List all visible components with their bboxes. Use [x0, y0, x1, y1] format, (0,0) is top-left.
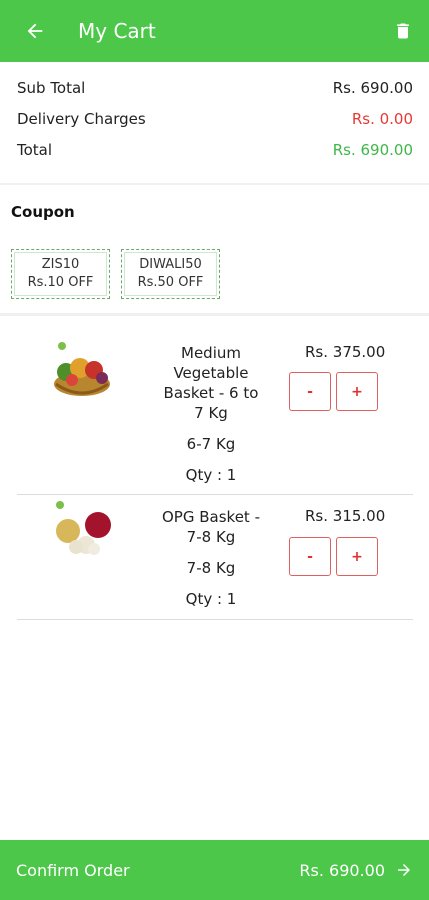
coupon-offer: Rs.10 OFF	[27, 275, 94, 290]
qty-stepper: - +	[289, 372, 378, 411]
total-label: Total	[17, 140, 53, 159]
divider	[0, 313, 429, 316]
back-button[interactable]	[0, 0, 70, 62]
coupon-card[interactable]: ZIS10 Rs.10 OFF	[11, 249, 110, 299]
delivery-label: Delivery Charges	[17, 109, 146, 128]
item-qty: Qty : 1	[185, 466, 237, 484]
page-title: My Cart	[78, 19, 156, 43]
arrow-right-icon	[398, 864, 410, 876]
cart-items: Medium Vegetable Basket - 6 to 7 Kg 6-7 …	[17, 330, 413, 620]
price-summary: Sub Total Rs. 690.00 Delivery Charges Rs…	[0, 72, 429, 165]
item-name: Medium Vegetable Basket - 6 to 7 Kg	[163, 344, 259, 422]
qty-stepper: - +	[289, 537, 378, 576]
item-weight: 7-8 Kg	[186, 559, 236, 577]
confirm-order-label: Confirm Order	[16, 860, 130, 880]
trash-icon	[397, 23, 409, 39]
coupon-card[interactable]: DIWALI50 Rs.50 OFF	[121, 249, 220, 299]
delete-cart-button[interactable]	[377, 0, 429, 62]
delivery-row: Delivery Charges Rs. 0.00	[17, 103, 413, 134]
opg-basket-image	[56, 501, 111, 555]
subtotal-value: Rs. 690.00	[332, 78, 413, 97]
cart-item: OPG Basket - 7-8 Kg 7-8 Kg Qty : 1 Rs. 3…	[17, 495, 413, 620]
item-price: Rs. 315.00	[305, 507, 386, 525]
item-weight: 6-7 Kg	[186, 435, 236, 453]
total-row: Total Rs. 690.00	[17, 134, 413, 165]
cart-item: Medium Vegetable Basket - 6 to 7 Kg 6-7 …	[17, 330, 413, 495]
coupon-code: ZIS10	[41, 257, 80, 272]
subtotal-label: Sub Total	[17, 78, 86, 97]
increase-button[interactable]: +	[336, 372, 378, 411]
item-details: OPG Basket - 7-8 Kg 7-8 Kg Qty : 1	[157, 507, 265, 609]
total-value: Rs. 690.00	[332, 140, 413, 159]
item-qty: Qty : 1	[185, 590, 237, 608]
coupon-list: ZIS10 Rs.10 OFF DIWALI50 Rs.50 OFF	[11, 249, 220, 299]
vegetable-basket-image	[54, 342, 110, 396]
coupon-title: Coupon	[11, 203, 75, 221]
item-details: Medium Vegetable Basket - 6 to 7 Kg 6-7 …	[157, 343, 265, 485]
subtotal-row: Sub Total Rs. 690.00	[17, 72, 413, 103]
delivery-value: Rs. 0.00	[351, 109, 413, 128]
confirm-order-button[interactable]: Confirm Order Rs. 690.00	[0, 840, 429, 900]
item-price: Rs. 375.00	[305, 343, 386, 361]
decrease-button[interactable]: -	[289, 537, 331, 576]
increase-button[interactable]: +	[336, 537, 378, 576]
coupon-offer: Rs.50 OFF	[137, 275, 204, 290]
divider	[0, 183, 429, 185]
arrow-left-icon	[27, 23, 43, 39]
decrease-button[interactable]: -	[289, 372, 331, 411]
app-bar: My Cart	[0, 0, 429, 62]
order-total: Rs. 690.00	[299, 860, 385, 880]
item-name: OPG Basket - 7-8 Kg	[162, 508, 260, 546]
coupon-code: DIWALI50	[139, 257, 202, 272]
